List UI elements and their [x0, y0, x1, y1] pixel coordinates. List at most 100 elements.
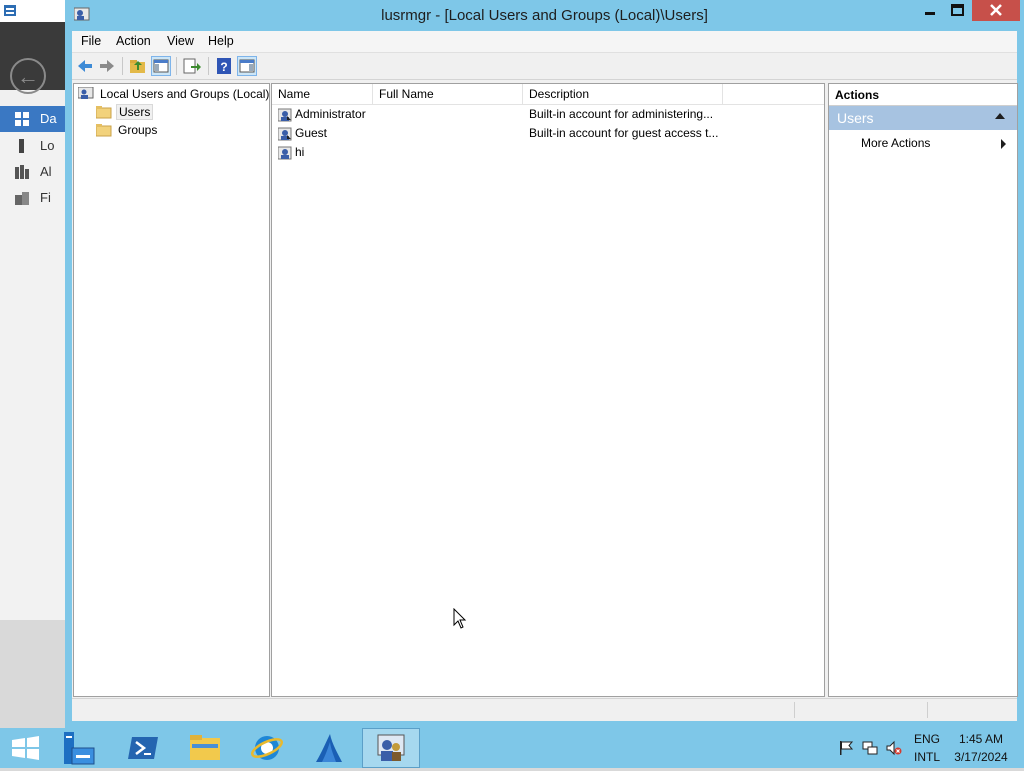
console-tree: Local Users and Groups (Local) Users Gro…	[73, 83, 270, 697]
nav-item-dashboard[interactable]: Da	[0, 106, 66, 132]
lusrmgr-window: lusrmgr - [Local Users and Groups (Local…	[65, 0, 1024, 728]
user-icon	[278, 127, 292, 141]
background-header: ←	[0, 22, 66, 94]
actions-title: Actions	[835, 88, 880, 102]
keyboard-layout[interactable]: INTL	[908, 750, 946, 764]
actions-header: Actions	[829, 84, 1017, 106]
table-row[interactable]: Administrator Built-in account for admin…	[272, 105, 824, 124]
volume-muted-icon[interactable]	[886, 740, 902, 756]
taskbar-file-explorer[interactable]	[176, 728, 234, 768]
toolbar-separator	[122, 57, 123, 75]
svg-text:?: ?	[220, 60, 227, 74]
windows-logo-icon	[12, 736, 39, 760]
user-name: Guest	[295, 126, 328, 140]
actions-section-label: Users	[837, 110, 874, 126]
forward-arrow-icon	[100, 60, 114, 72]
taskbar-lusrmgr[interactable]	[362, 728, 420, 768]
folder-up-icon	[130, 60, 145, 73]
menu-action[interactable]: Action	[116, 34, 151, 48]
action-pane-icon	[239, 59, 255, 73]
clock-time[interactable]: 1:45 AM	[950, 732, 1012, 746]
server-manager-icon	[64, 732, 95, 765]
user-description: Built-in account for administering...	[529, 107, 714, 121]
dashboard-icon	[15, 112, 29, 126]
tree-label: Groups	[118, 123, 158, 137]
folder-icon	[190, 735, 220, 760]
show-hide-action-pane-button[interactable]	[237, 56, 257, 76]
column-header-name[interactable]: Name	[272, 84, 373, 104]
close-button[interactable]	[972, 0, 1020, 21]
taskbar-internet-explorer[interactable]	[238, 728, 296, 768]
background-nav: Da Lo Al Fi	[0, 106, 67, 620]
toolbar: ?	[72, 53, 1017, 80]
nav-item-all-servers[interactable]: Al	[0, 159, 66, 185]
network-icon[interactable]	[862, 740, 878, 756]
table-row[interactable]: Guest Built-in account for guest access …	[272, 124, 824, 143]
more-actions-item[interactable]: More Actions	[829, 134, 1017, 152]
folder-icon	[96, 124, 112, 137]
status-separator	[927, 702, 928, 718]
local-users-groups-icon	[78, 87, 94, 99]
result-list: Name Full Name Description Administrator…	[271, 83, 825, 697]
export-list-button[interactable]	[182, 56, 202, 76]
minimize-button[interactable]	[916, 0, 944, 21]
export-list-icon	[183, 58, 201, 74]
close-icon	[990, 4, 1002, 16]
internet-explorer-icon	[251, 736, 283, 760]
forward-button[interactable]	[97, 56, 117, 76]
console-tree-icon	[153, 59, 169, 73]
list-header: Name Full Name Description	[272, 84, 824, 105]
menu-view[interactable]: View	[167, 34, 194, 48]
help-button[interactable]: ?	[214, 56, 234, 76]
show-hide-console-tree-button[interactable]	[151, 56, 171, 76]
status-separator	[794, 702, 795, 718]
taskbar-powershell[interactable]	[114, 728, 172, 768]
menu-help[interactable]: Help	[208, 34, 234, 48]
shark-fin-icon	[316, 734, 342, 762]
servers-icon	[15, 165, 29, 179]
submenu-arrow-icon	[1001, 139, 1006, 149]
toolbar-separator	[208, 57, 209, 75]
user-description: Built-in account for guest access t...	[529, 126, 719, 140]
mouse-cursor-icon	[453, 608, 467, 629]
server-icon	[19, 139, 24, 153]
minimize-icon	[925, 12, 935, 15]
file-services-icon	[15, 192, 29, 205]
title-bar[interactable]: lusrmgr - [Local Users and Groups (Local…	[65, 0, 1024, 31]
back-arrow-icon	[78, 60, 92, 72]
collapse-arrow-icon[interactable]	[995, 113, 1005, 119]
background-titlebar	[0, 0, 66, 23]
help-icon: ?	[217, 58, 231, 74]
nav-item-file-services[interactable]: Fi	[0, 185, 66, 211]
menu-file[interactable]: File	[81, 34, 101, 48]
folder-icon	[96, 106, 112, 119]
taskbar-server-manager[interactable]	[52, 728, 110, 768]
start-button[interactable]	[0, 728, 58, 768]
powershell-icon	[128, 737, 158, 759]
column-header-full-name[interactable]: Full Name	[373, 84, 523, 104]
clock-date[interactable]: 3/17/2024	[950, 750, 1012, 764]
maximize-icon	[951, 4, 964, 16]
input-language[interactable]: ENG	[908, 732, 946, 746]
nav-label: Da	[40, 111, 57, 126]
back-arrow-icon[interactable]: ←	[10, 58, 46, 94]
maximize-button[interactable]	[944, 0, 972, 21]
local-users-app-icon	[377, 734, 405, 761]
more-actions-label: More Actions	[861, 136, 931, 150]
nav-item-local-server[interactable]: Lo	[0, 133, 66, 159]
nav-label: Fi	[40, 190, 51, 205]
nav-label: Lo	[40, 138, 55, 153]
table-row[interactable]: hi	[272, 143, 824, 162]
user-name: Administrator	[295, 107, 366, 121]
user-icon	[278, 146, 292, 160]
taskbar-wireshark[interactable]	[300, 728, 358, 768]
flag-icon[interactable]	[838, 740, 854, 756]
window-client: File Action View Help ? Local Users and …	[72, 31, 1018, 721]
status-bar	[72, 698, 1017, 721]
up-one-level-button[interactable]	[128, 56, 148, 76]
server-manager-icon	[4, 5, 16, 16]
column-header-description[interactable]: Description	[523, 84, 723, 104]
back-button[interactable]	[75, 56, 95, 76]
window-title: lusrmgr - [Local Users and Groups (Local…	[381, 7, 708, 24]
actions-section-users[interactable]: Users	[829, 106, 1017, 130]
